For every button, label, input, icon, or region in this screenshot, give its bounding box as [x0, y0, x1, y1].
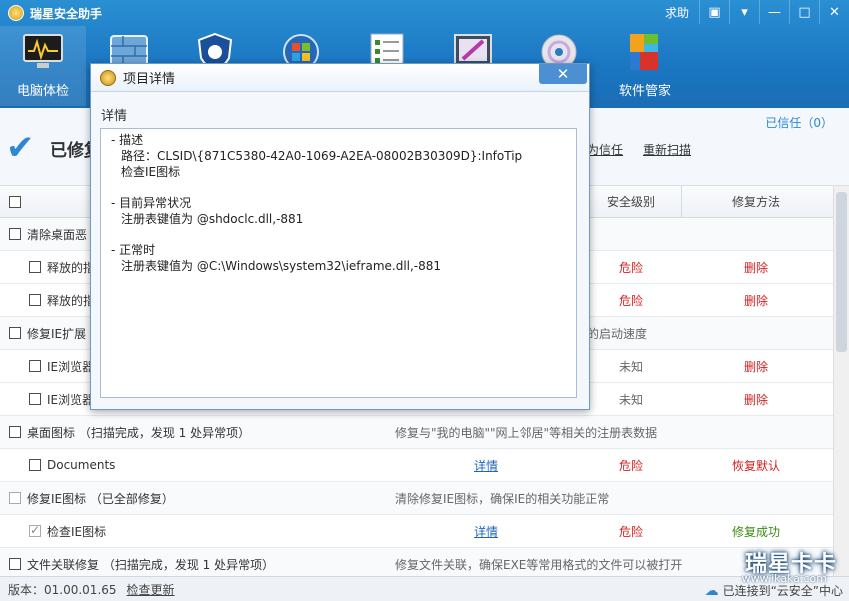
details-link[interactable]: 详情 — [474, 457, 498, 474]
trusted-count-link[interactable]: 已信任（0） — [765, 114, 833, 131]
security-level: 危险 — [618, 293, 643, 308]
item-name: 释放的指 — [47, 260, 96, 275]
table-row: 修复IE图标 （已全部修复） 清除修复IE图标，确保IE的相关功能正常 — [0, 482, 833, 515]
row-checkbox[interactable] — [9, 228, 21, 240]
item-name: IE浏览器 — [47, 359, 95, 374]
row-checkbox[interactable] — [9, 426, 21, 438]
rescan-link[interactable]: 重新扫描 — [643, 141, 691, 158]
tool-label: 软件管家 — [618, 84, 671, 99]
section-heading: - 正常时 — [111, 243, 156, 257]
table-row: 检查IE图标 详情 危险 修复成功 — [0, 515, 833, 548]
fix-method: 删除 — [743, 293, 768, 308]
select-all-checkbox[interactable] — [9, 195, 21, 208]
fix-method: 删除 — [743, 392, 768, 407]
app-title-area: 瑞星安全助手 — [8, 4, 102, 22]
group-description: 的启动速度 — [587, 326, 648, 341]
help-link[interactable]: 求助 — [665, 4, 689, 21]
tool-pc-checkup[interactable]: 电脑体检 — [0, 26, 86, 106]
watermark-url: www.ikaka.com — [741, 572, 827, 585]
section-line: 注册表键值为 @shdoclc.dll,-881 — [121, 212, 304, 226]
dialog-logo-icon — [100, 69, 116, 86]
row-checkbox[interactable] — [9, 492, 21, 504]
fix-method: 恢复默认 — [731, 458, 780, 473]
fix-method: 删除 — [743, 260, 768, 275]
item-name: Documents — [47, 458, 116, 472]
check-update-link[interactable]: 检查更新 — [127, 581, 175, 598]
item-name: 释放的指 — [47, 293, 96, 308]
skin-icon[interactable]: ▣ — [699, 0, 729, 24]
version-text: 版本：01.00.01.65 — [8, 582, 117, 597]
security-level: 危险 — [618, 260, 643, 275]
section-heading: - 目前异常状况 — [111, 196, 192, 210]
header-fix-method: 修复方法 — [731, 195, 780, 209]
security-level: 危险 — [618, 458, 643, 473]
scrollbar-thumb[interactable] — [836, 192, 847, 352]
close-icon[interactable]: ✕ — [539, 64, 587, 84]
table-row: 桌面图标 （扫描完成，发现 1 处异常项） 修复与"我的电脑""网上邻居"等相关… — [0, 416, 833, 449]
dialog-subtitle: 详情 — [101, 109, 128, 124]
software-manager-icon — [623, 30, 667, 74]
dialog-header: 项目详情 ✕ — [91, 64, 589, 92]
row-checkbox[interactable] — [29, 523, 41, 537]
section-line: 检查IE图标 — [121, 165, 181, 179]
group-description: 修复与"我的电脑""网上邻居"等相关的注册表数据 — [395, 425, 658, 440]
security-level: 危险 — [618, 524, 643, 539]
security-level: 未知 — [618, 392, 643, 407]
maximize-icon[interactable]: □ — [789, 0, 819, 24]
header-security-level: 安全级别 — [606, 195, 655, 209]
trust-link[interactable]: 为信任 — [587, 141, 623, 158]
window-controls: 求助 ▣ ▾ — □ ✕ — [665, 0, 849, 24]
monitor-icon — [21, 30, 65, 74]
group-description: 修复文件关联，确保EXE等常用格式的文件可以被打开 — [395, 557, 683, 572]
row-checkbox[interactable] — [29, 261, 41, 273]
item-details-dialog: 项目详情 ✕ 详情 - 描述 路径：CLSID\{871C5380-42A0-1… — [90, 63, 590, 410]
group-name: 桌面图标 （扫描完成，发现 1 处异常项） — [27, 425, 251, 440]
group-name: 文件关联修复 （扫描完成，发现 1 处异常项） — [27, 557, 275, 572]
group-name: 修复IE扩展 — [27, 326, 87, 341]
section-heading: - 描述 — [111, 133, 144, 147]
app-title: 瑞星安全助手 — [30, 6, 103, 21]
details-link[interactable]: 详情 — [474, 523, 498, 540]
app-logo-icon — [8, 5, 24, 21]
cloud-icon: ☁ — [704, 582, 719, 599]
tool-software-manager[interactable]: 软件管家 — [602, 26, 688, 106]
row-checkbox[interactable] — [9, 327, 21, 339]
tool-label: 电脑体检 — [16, 84, 69, 99]
table-scrollbar[interactable] — [833, 186, 849, 576]
check-icon: ✔ — [6, 128, 35, 168]
dialog-title: 项目详情 — [123, 72, 176, 87]
group-name: 清除桌面恶 — [27, 227, 88, 242]
close-icon[interactable]: ✕ — [819, 0, 849, 24]
details-textbox[interactable]: - 描述 路径：CLSID\{871C5380-42A0-1069-A2EA-0… — [100, 128, 577, 398]
row-checkbox[interactable] — [29, 294, 41, 306]
footer: 版本：01.00.01.65 检查更新 ☁ 已连接到“云安全”中心 — [0, 576, 849, 601]
section-description: - 描述 路径：CLSID\{871C5380-42A0-1069-A2EA-0… — [111, 132, 566, 180]
section-current-state: - 目前异常状况 注册表键值为 @shdoclc.dll,-881 — [111, 195, 566, 227]
group-description: 清除修复IE图标，确保IE的相关功能正常 — [395, 491, 610, 506]
row-checkbox[interactable] — [29, 459, 41, 471]
item-name: 检查IE图标 — [47, 524, 107, 539]
section-line: 路径：CLSID\{871C5380-42A0-1069-A2EA-08002B… — [121, 149, 523, 163]
row-checkbox[interactable] — [29, 360, 41, 372]
row-checkbox[interactable] — [29, 393, 41, 405]
section-normal-state: - 正常时 注册表键值为 @C:\Windows\system32\iefram… — [111, 242, 566, 274]
table-row: Documents 详情 危险 恢复默认 — [0, 449, 833, 482]
row-checkbox[interactable] — [9, 558, 21, 570]
group-name: 修复IE图标 （已全部修复） — [27, 491, 174, 506]
menu-icon[interactable]: ▾ — [729, 0, 759, 24]
item-name: IE浏览器 — [47, 392, 95, 407]
fix-method: 修复成功 — [731, 524, 780, 539]
section-line: 注册表键值为 @C:\Windows\system32\ieframe.dll,… — [121, 259, 442, 273]
security-level: 未知 — [618, 359, 643, 374]
minimize-icon[interactable]: — — [759, 0, 789, 24]
fix-method: 删除 — [743, 359, 768, 374]
table-row: 文件关联修复 （扫描完成，发现 1 处异常项） 修复文件关联，确保EXE等常用格… — [0, 548, 833, 576]
